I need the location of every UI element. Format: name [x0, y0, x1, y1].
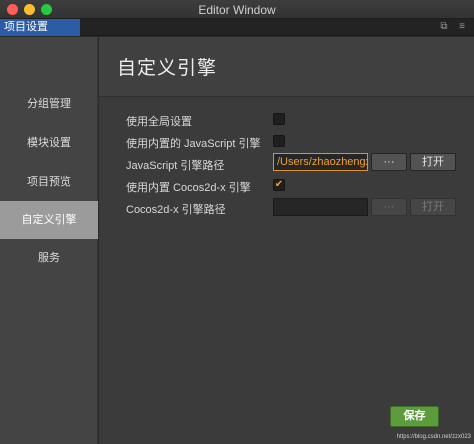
main-panel: 自定义引擎 使用全局设置 使用内置的 JavaScript 引擎 JavaScr… — [99, 37, 474, 444]
tab-bar: 项目设置 ⧉ ≡ — [0, 19, 474, 36]
cocos-path-input[interactable] — [273, 198, 368, 216]
title-bar: Editor Window — [0, 0, 474, 19]
use-global-label: 使用全局设置 — [126, 116, 192, 128]
sidebar-item-project-preview[interactable]: 项目预览 — [0, 163, 98, 201]
sidebar-item-services[interactable]: 服务 — [0, 239, 98, 277]
sidebar-item-module-settings[interactable]: 模块设置 — [0, 124, 98, 162]
use-builtin-js-label: 使用内置的 JavaScript 引擎 — [126, 138, 261, 150]
js-open-button[interactable]: 打开 — [410, 153, 456, 171]
page-title: 自定义引擎 — [117, 58, 218, 79]
page-header: 自定义引擎 — [99, 37, 474, 97]
js-path-input[interactable]: /Users/zhaozhengx — [273, 153, 368, 171]
sidebar-item-group-management[interactable]: 分组管理 — [0, 85, 98, 123]
tab-project-settings[interactable]: 项目设置 — [0, 19, 80, 36]
use-builtin-cocos-label: 使用内置 Cocos2d-x 引擎 — [126, 182, 251, 194]
js-path-label: JavaScript 引擎路径 — [126, 160, 225, 172]
popout-icon[interactable]: ⧉ — [438, 21, 450, 33]
sidebar-item-custom-engine[interactable]: 自定义引擎 — [0, 201, 98, 239]
use-global-checkbox[interactable] — [273, 113, 285, 125]
menu-icon[interactable]: ≡ — [456, 21, 468, 33]
save-button[interactable]: 保存 — [390, 406, 439, 427]
window-title: Editor Window — [198, 3, 276, 17]
checkmark-icon: ✔ — [274, 179, 284, 190]
use-builtin-js-checkbox[interactable] — [273, 135, 285, 147]
cocos-path-label: Cocos2d-x 引擎路径 — [126, 204, 226, 216]
cocos-browse-button[interactable]: ··· — [371, 198, 407, 216]
cocos-open-button[interactable]: 打开 — [410, 198, 456, 216]
js-browse-button[interactable]: ··· — [371, 153, 407, 171]
watermark: https://blog.csdn.net/zzx023 — [396, 434, 471, 440]
use-builtin-cocos-checkbox[interactable]: ✔ — [273, 179, 285, 191]
sidebar: 分组管理 模块设置 项目预览 自定义引擎 服务 — [0, 37, 98, 444]
